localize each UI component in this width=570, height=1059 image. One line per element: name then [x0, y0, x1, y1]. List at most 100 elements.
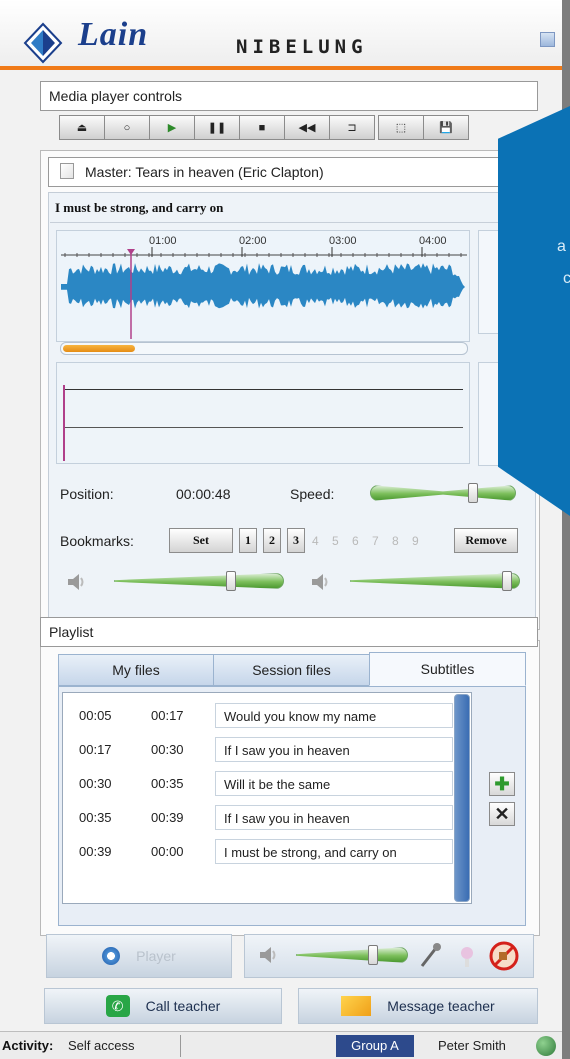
bookmark-7-button: 7	[372, 534, 379, 548]
bookmark-set-button[interactable]: Set	[169, 528, 233, 553]
row-end: 00:35	[151, 776, 184, 791]
bookmark-8-button: 8	[392, 534, 399, 548]
speaker-icon	[68, 574, 84, 590]
timeline-scroll-thumb[interactable]	[63, 345, 135, 352]
bookmark-remove-button[interactable]: Remove	[454, 528, 518, 553]
row-text[interactable]: If I saw you in heaven	[215, 805, 453, 830]
loop-button[interactable]: ⊐	[329, 115, 375, 140]
add-subtitle-button[interactable]: ✚	[489, 772, 515, 796]
tab-session-files[interactable]: Session files	[213, 654, 370, 686]
call-teacher-button[interactable]: ✆ Call teacher	[44, 988, 282, 1024]
bookmark-4-button: 4	[312, 534, 319, 548]
lain-logo-icon	[23, 22, 63, 64]
media-controls-toolbar: ⏏ ○ ▶ ❚❚ ■ ◀◀ ⊐ ⬚ 💾	[59, 115, 469, 140]
header: Lain NIBELUNG	[0, 0, 562, 70]
row-text[interactable]: Would you know my name	[215, 703, 453, 728]
activity-value: Self access	[68, 1038, 135, 1053]
rewind-button[interactable]: ◀◀	[284, 115, 330, 140]
speed-label: Speed:	[290, 486, 335, 502]
table-row[interactable]: 00:35 00:39 If I saw you in heaven	[63, 800, 457, 834]
bookmarks-label: Bookmarks:	[60, 533, 134, 549]
overlay-text-1: a	[557, 238, 566, 255]
mic-volume-knob[interactable]	[368, 945, 378, 965]
row-start: 00:30	[79, 776, 112, 791]
brand-subtitle: NIBELUNG	[236, 36, 368, 58]
pause-button[interactable]: ❚❚	[194, 115, 240, 140]
recording-line	[63, 389, 463, 390]
waveform	[61, 247, 467, 339]
timeline-scrollbar[interactable]	[60, 342, 468, 355]
row-end: 00:30	[151, 742, 184, 757]
tick-label-4: 04:00	[419, 235, 447, 247]
eject-button[interactable]: ⏏	[59, 115, 105, 140]
bookmark-3-button[interactable]: 3	[287, 528, 305, 553]
row-start: 00:35	[79, 810, 112, 825]
status-divider	[180, 1035, 181, 1057]
row-end: 00:00	[151, 844, 184, 859]
row-start: 00:39	[79, 844, 112, 859]
overlay-text-2: c	[563, 270, 570, 287]
player-label: Player	[136, 948, 176, 964]
stop-button[interactable]: ■	[239, 115, 285, 140]
speaker-icon	[260, 947, 276, 963]
tab-subtitles[interactable]: Subtitles	[369, 652, 526, 686]
table-row[interactable]: 00:17 00:30 If I saw you in heaven	[63, 732, 457, 766]
bookmark-1-button[interactable]: 1	[239, 528, 257, 553]
master-title: Master: Tears in heaven (Eric Clapton)	[48, 157, 536, 187]
info-overlay	[498, 106, 570, 516]
current-lyric: I must be strong, and carry on	[55, 200, 224, 215]
speed-slider-knob[interactable]	[467, 483, 478, 503]
light-icon	[461, 947, 473, 967]
message-teacher-label: Message teacher	[387, 998, 495, 1014]
table-row[interactable]: 00:39 00:00 I must be strong, and carry …	[63, 834, 457, 868]
position-value: 00:00:48	[176, 486, 231, 502]
row-text[interactable]: If I saw you in heaven	[215, 737, 453, 762]
recording-track[interactable]	[56, 362, 470, 464]
playlist-tabs: My files Session files Subtitles	[58, 652, 526, 686]
speaker-icon	[312, 574, 328, 590]
subtitles-scrollbar[interactable]	[454, 694, 470, 902]
player-icon	[102, 947, 121, 965]
playlist-title: Playlist	[40, 617, 538, 647]
envelope-icon	[341, 996, 372, 1016]
status-bar: Activity: Self access Group A Peter Smit…	[0, 1031, 562, 1059]
delete-subtitle-button[interactable]: ✕	[489, 802, 515, 826]
phone-icon: ✆	[105, 995, 130, 1017]
play-button[interactable]: ▶	[149, 115, 195, 140]
row-start: 00:17	[79, 742, 112, 757]
tick-label-2: 02:00	[239, 235, 267, 247]
row-text[interactable]: Will it be the same	[215, 771, 453, 796]
table-row[interactable]: 00:30 00:35 Will it be the same	[63, 766, 457, 800]
tick-label-3: 03:00	[329, 235, 357, 247]
microphone-icon[interactable]	[416, 942, 444, 970]
recording-line-2	[63, 427, 463, 428]
user-status-icon	[536, 1036, 556, 1056]
bookmark-2-button[interactable]: 2	[263, 528, 281, 553]
tab-my-files[interactable]: My files	[58, 654, 214, 686]
message-teacher-button[interactable]: Message teacher	[298, 988, 538, 1024]
lyric-divider	[50, 222, 534, 223]
position-label: Position:	[60, 486, 114, 502]
master-volume-knob[interactable]	[226, 571, 236, 591]
student-volume-knob[interactable]	[502, 571, 512, 591]
player-button[interactable]: Player	[46, 934, 232, 978]
master-doc-icon	[60, 163, 74, 179]
activity-label: Activity:	[2, 1038, 54, 1053]
recording-playhead	[63, 385, 65, 461]
window-icon[interactable]	[540, 32, 555, 47]
plus-icon: ✚	[494, 773, 510, 794]
mute-icon[interactable]	[488, 940, 520, 972]
row-text[interactable]: I must be strong, and carry on	[215, 839, 453, 864]
user-name: Peter Smith	[438, 1038, 506, 1053]
table-row[interactable]: 00:05 00:17 Would you know my name	[63, 698, 457, 732]
waveform-view[interactable]: 01:00 02:00 03:00 04:00	[56, 230, 470, 342]
bookmark-5-button: 5	[332, 534, 339, 548]
row-start: 00:05	[79, 708, 112, 723]
row-end: 00:17	[151, 708, 184, 723]
save-button[interactable]: 💾	[423, 115, 469, 140]
row-end: 00:39	[151, 810, 184, 825]
record-button[interactable]: ○	[104, 115, 150, 140]
call-teacher-label: Call teacher	[145, 998, 221, 1014]
subtitles-list: 00:05 00:17 Would you know my name 00:17…	[62, 692, 472, 904]
pointer-button[interactable]: ⬚	[378, 115, 424, 140]
